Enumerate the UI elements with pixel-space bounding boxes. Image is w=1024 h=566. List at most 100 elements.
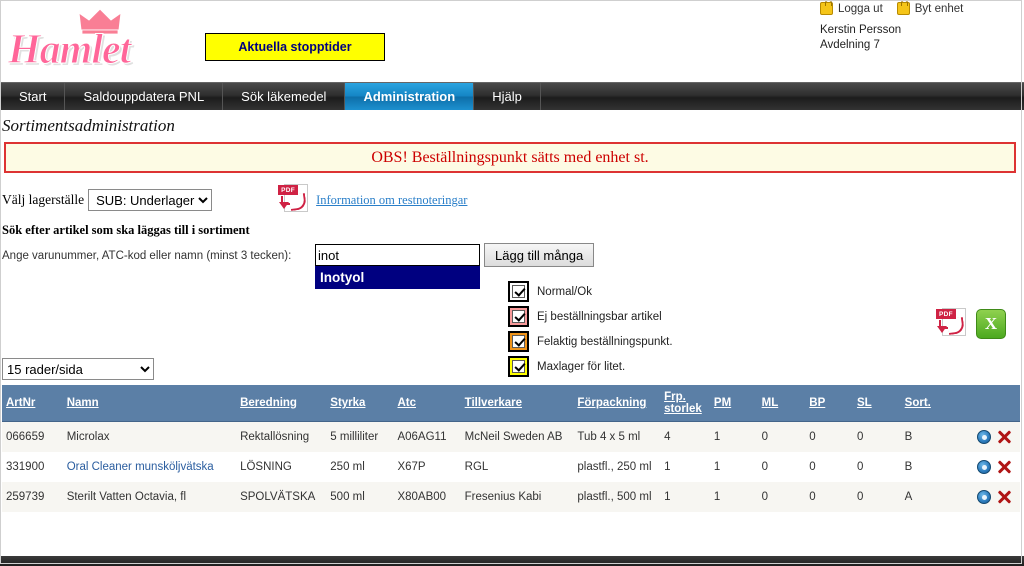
- status-legend: Normal/Ok Ej beställningsbar artikel Fel…: [508, 279, 673, 379]
- col-forpackning[interactable]: Förpackning: [573, 385, 661, 422]
- col-sort-link[interactable]: Sort.: [905, 397, 931, 409]
- cell-styrka: 5 milliliter: [330, 430, 379, 443]
- col-sort-link[interactable]: Förpackning: [577, 397, 646, 409]
- nav-tab-sok-lakemedel[interactable]: Sök läkemedel: [223, 83, 346, 110]
- cell-forpackning: plastfl., 250 ml: [577, 460, 652, 473]
- nav-tab-start[interactable]: Start: [0, 83, 66, 110]
- excel-export-icon[interactable]: X: [976, 309, 1006, 339]
- col-sort-link[interactable]: Styrka: [330, 397, 365, 409]
- cell-namn[interactable]: Oral Cleaner munsköljvätska: [63, 452, 236, 482]
- cell-sl: 0: [856, 490, 864, 503]
- legend-label: Maxlager för litet.: [537, 360, 626, 373]
- col-sort-link[interactable]: PM: [714, 397, 731, 409]
- checkbox-checked-icon[interactable]: [512, 285, 525, 298]
- aktuella-stopptider-button[interactable]: Aktuella stopptider: [205, 33, 385, 61]
- add-many-button[interactable]: Lägg till många: [484, 243, 595, 267]
- nav-tab-administration[interactable]: Administration: [345, 83, 475, 110]
- rows-per-page-select[interactable]: 15 rader/sida: [2, 358, 154, 380]
- legend-item-wrong-orderpoint[interactable]: Felaktig beställningspunkt.: [508, 329, 673, 354]
- col-tillverkare[interactable]: Tillverkare: [460, 385, 574, 422]
- col-artnr[interactable]: ArtNr: [2, 385, 63, 422]
- table-header-row: ArtNr Namn Beredning Styrka Atc Tillverk…: [2, 385, 1020, 422]
- product-name-link[interactable]: Oral Cleaner munsköljvätska: [67, 461, 214, 473]
- col-sort-link[interactable]: Beredning: [240, 397, 297, 409]
- cell-tillverkare: Fresenius Kabi: [464, 490, 542, 503]
- col-sort[interactable]: Sort.: [900, 385, 955, 422]
- col-beredning[interactable]: Beredning: [236, 385, 327, 422]
- col-sl[interactable]: SL: [852, 385, 901, 422]
- cell-actions: [955, 422, 1020, 453]
- col-atc[interactable]: Atc: [393, 385, 461, 422]
- col-styrka[interactable]: Styrka: [326, 385, 394, 422]
- nav-tab-saldouppdatera[interactable]: Saldouppdatera PNL: [65, 83, 224, 110]
- col-ml[interactable]: ML: [757, 385, 806, 422]
- legend-label: Ej beställningsbar artikel: [537, 310, 662, 323]
- hamlet-logo: Hamlet: [7, 6, 173, 74]
- col-sort-link[interactable]: ArtNr: [6, 397, 35, 409]
- gear-icon[interactable]: [976, 430, 991, 444]
- product-name: Sterilt Vatten Octavia, fl: [66, 490, 186, 503]
- legend-item-not-orderable[interactable]: Ej beställningsbar artikel: [508, 304, 673, 329]
- app-root: Hamlet Aktuella stopptider Logga ut Byt …: [0, 0, 1024, 566]
- restnoteringar-link-group[interactable]: PDF Information om restnoteringar: [278, 184, 467, 216]
- cell-atc: A06AG11: [397, 430, 447, 443]
- user-name: Kerstin Persson: [820, 24, 902, 36]
- cell-sl: 0: [856, 460, 864, 473]
- checkbox-checked-icon[interactable]: [512, 310, 525, 323]
- main-navigation: Start Saldouppdatera PNL Sök läkemedel A…: [0, 82, 1024, 110]
- cell-namn[interactable]: Microlax: [63, 422, 236, 453]
- col-sort-link[interactable]: Atc: [397, 397, 416, 409]
- search-input[interactable]: [316, 246, 496, 264]
- checkbox-checked-icon[interactable]: [512, 360, 525, 373]
- pdf-icon: PDF: [278, 184, 309, 216]
- restnoteringar-link[interactable]: Information om restnoteringar: [316, 193, 467, 208]
- lock-icon: [896, 0, 910, 15]
- legend-color-swatch: [508, 306, 529, 327]
- col-sort-link[interactable]: Tillverkare: [465, 397, 522, 409]
- delete-x-icon[interactable]: [996, 429, 1012, 445]
- cell-pm: 1: [713, 430, 721, 443]
- col-namn[interactable]: Namn: [62, 385, 237, 422]
- legend-color-swatch: [508, 331, 529, 352]
- legend-item-max-too-small[interactable]: Maxlager för litet.: [508, 354, 673, 379]
- pdf-export-icon[interactable]: PDF: [936, 308, 966, 340]
- search-heading: Sök efter artikel som ska läggas till i …: [2, 223, 250, 237]
- legend-item-normal[interactable]: Normal/Ok: [508, 279, 673, 304]
- col-pm[interactable]: PM: [709, 385, 758, 422]
- col-bp[interactable]: BP: [805, 385, 853, 422]
- checkbox-checked-icon[interactable]: [512, 335, 525, 348]
- warehouse-row: Välj lagerställe SUB: Underlager PDF Inf…: [0, 179, 1024, 221]
- warehouse-select[interactable]: SUB: Underlager: [88, 189, 213, 211]
- autocomplete-item[interactable]: Inotyol: [316, 267, 479, 288]
- col-sort-link[interactable]: SL: [857, 397, 872, 409]
- col-sort-link[interactable]: BP: [809, 397, 825, 409]
- nav-tab-hjalp[interactable]: Hjälp: [474, 83, 541, 110]
- col-sort-link[interactable]: Namn: [67, 397, 99, 409]
- table-row[interactable]: 259739 Sterilt Vatten Octavia, fl SPOLVÄ…: [2, 482, 1020, 512]
- warning-banner: OBS! Beställningspunkt sätts med enhet s…: [4, 142, 1016, 173]
- assortment-table: ArtNr Namn Beredning Styrka Atc Tillverk…: [2, 385, 1020, 512]
- col-frp-storlek[interactable]: Frp. storlek: [660, 385, 710, 422]
- cell-sort: B: [904, 430, 913, 443]
- assortment-table-wrapper: ArtNr Namn Beredning Styrka Atc Tillverk…: [2, 385, 1020, 512]
- delete-x-icon[interactable]: [996, 459, 1012, 475]
- table-row[interactable]: 066659 Microlax Rektallösning 5 millilit…: [2, 421, 1020, 453]
- logout-button[interactable]: Logga ut: [820, 0, 883, 15]
- cell-pm: 1: [713, 490, 721, 503]
- delete-x-icon[interactable]: [996, 489, 1012, 505]
- col-sort-link[interactable]: Frp. storlek: [664, 391, 702, 415]
- cell-atc: X67P: [397, 460, 426, 473]
- cell-namn[interactable]: Sterilt Vatten Octavia, fl: [63, 482, 236, 512]
- table-row[interactable]: 331900 Oral Cleaner munsköljvätska LÖSNI…: [2, 452, 1020, 482]
- switch-unit-button[interactable]: Byt enhet: [896, 0, 963, 15]
- cell-sort: A: [904, 490, 913, 503]
- cell-pm: 1: [713, 460, 721, 473]
- rows-per-page-wrapper: 15 rader/sida: [2, 358, 154, 380]
- gear-icon[interactable]: [976, 490, 991, 504]
- gear-icon[interactable]: [976, 460, 991, 474]
- col-sort-link[interactable]: ML: [762, 397, 779, 409]
- cell-ml: 0: [761, 430, 769, 443]
- cell-actions: [955, 452, 1020, 482]
- search-row: Ange varunummer, ATC-kod eller namn (min…: [0, 243, 1024, 289]
- cell-beredning: SPOLVÄTSKA: [240, 490, 316, 503]
